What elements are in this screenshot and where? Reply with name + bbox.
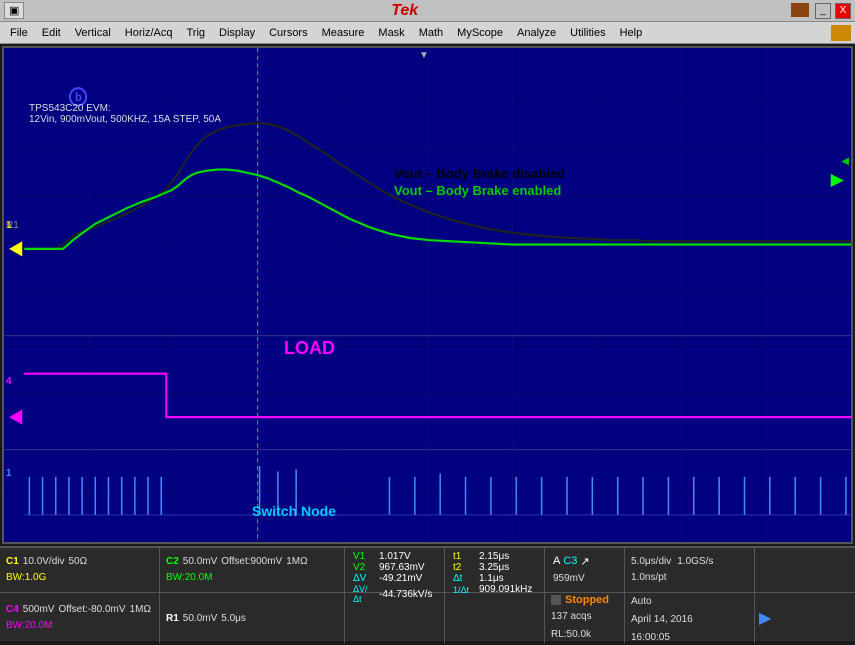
title-bar: ▣ Tek _ X (0, 0, 855, 22)
acq-icon (551, 595, 561, 605)
empty-meas1 (345, 593, 445, 643)
acq-count: 137 acqs (551, 611, 592, 622)
ch1-value1: 10.0V/div (23, 556, 65, 567)
menu-math[interactable]: Math (413, 25, 449, 41)
cursor-v-section: V1 1.017V V2 967.63mV ΔV -49.21mV ΔV/Δt … (345, 548, 445, 592)
v2-label: V2 (353, 562, 375, 573)
acq-status-section: Stopped 137 acqs RL:50.0k (545, 593, 625, 643)
scroll-arrow-icon: ▶ (759, 608, 771, 628)
ch2-value3: 1MΩ (286, 556, 307, 567)
title-controls: _ X (789, 3, 851, 19)
ch2-label: C2 (166, 556, 179, 567)
menu-cursors[interactable]: Cursors (263, 25, 314, 41)
ch4-label: C4 (6, 604, 19, 615)
scroll-indicator: ▶ (755, 593, 775, 643)
timebase-sample: 1.0GS/s (677, 556, 713, 567)
menu-horiz[interactable]: Horiz/Acq (119, 25, 179, 41)
empty-meas2 (445, 593, 545, 643)
menu-mask[interactable]: Mask (372, 25, 410, 41)
acq-mode: Auto (631, 596, 652, 607)
menu-bar: File Edit Vertical Horiz/Acq Trig Displa… (0, 22, 855, 44)
menu-help[interactable]: Help (614, 25, 649, 41)
menu-measure[interactable]: Measure (316, 25, 371, 41)
menu-vertical[interactable]: Vertical (69, 25, 117, 41)
ch2-value1: 50.0mV (183, 556, 217, 567)
title-icon1 (791, 3, 809, 17)
status-row2: C4 500mV Offset:-80.0mV 1MΩ BW:20.0M R1 … (0, 593, 855, 643)
menu-utilities[interactable]: Utilities (564, 25, 611, 41)
v1-label: V1 (353, 551, 375, 562)
ch1-bw: BW:1.0G (6, 572, 46, 583)
trigger-a-label: A (553, 555, 560, 567)
ch2-section: C2 50.0mV Offset:900mV 1MΩ BW:20.0M (160, 548, 345, 592)
r1-value2: 5.0μs (221, 613, 246, 624)
menu-display[interactable]: Display (213, 25, 261, 41)
dv-value: -49.21mV (379, 573, 422, 584)
date-label: April 14, 2016 (631, 614, 693, 625)
ch1-section: C1 10.0V/div 50Ω BW:1.0G (0, 548, 160, 592)
t2-label: t2 (453, 562, 475, 573)
trigger-arrow: ↗ (580, 555, 589, 568)
title-bar-left: ▣ (4, 2, 24, 19)
menu-myscope[interactable]: MyScope (451, 25, 509, 41)
ch4-section: C4 500mV Offset:-80.0mV 1MΩ BW:20.0M (0, 593, 160, 643)
ch1-value2: 50Ω (69, 556, 88, 567)
trigger-value: 959mV (553, 573, 585, 584)
status-bar: C1 10.0V/div 50Ω BW:1.0G C2 50.0mV Offse… (0, 546, 855, 641)
scope-area: b TPS543C20 EVM: 12Vin, 900mVout, 500KHZ… (0, 44, 855, 641)
dt-label: Δt (453, 573, 475, 584)
v1-value: 1.017V (379, 551, 411, 562)
t2-value: 3.25μs (479, 562, 509, 573)
timebase-section: 5.0μs/div 1.0GS/s 1.0ns/pt (625, 548, 755, 592)
timebase-div: 5.0μs/div (631, 556, 671, 567)
waveform-svg: b (4, 48, 851, 542)
dt-value: 1.1μs (479, 573, 504, 584)
acq-rl: RL:50.0k (551, 629, 591, 640)
ch1-label: C1 (6, 556, 19, 567)
cursor-t-section: t1 2.15μs t2 3.25μs Δt 1.1μs 1/Δt 909.09… (445, 548, 545, 592)
menu-trig[interactable]: Trig (180, 25, 211, 41)
scope-icon (831, 25, 851, 41)
acq-status: Stopped (565, 594, 609, 606)
time-label: 16:00:05 (631, 632, 670, 643)
r1-label: R1 (166, 613, 179, 624)
r1-value1: 50.0mV (183, 613, 217, 624)
ch4-value1: 500mV (23, 604, 55, 615)
timebase-record: 1.0ns/pt (631, 572, 667, 583)
trigger-section: A C3 ↗ 959mV (545, 548, 625, 592)
datetime-section: Auto April 14, 2016 16:00:05 (625, 593, 755, 643)
ch4-value3: 1MΩ (130, 604, 151, 615)
menu-file[interactable]: File (4, 25, 34, 41)
svg-text:b: b (75, 92, 82, 104)
ch4-bw: BW:20.0M (6, 620, 53, 631)
minimize-button[interactable]: _ (815, 3, 831, 19)
menu-analyze[interactable]: Analyze (511, 25, 562, 41)
menu-edit[interactable]: Edit (36, 25, 67, 41)
dv-label: ΔV (353, 573, 375, 584)
tek-logo: Tek (391, 2, 418, 20)
trigger-ch-label: C3 (563, 555, 577, 567)
t1-value: 2.15μs (479, 551, 509, 562)
ch4-value2: Offset:-80.0mV (58, 604, 125, 615)
t1-label: t1 (453, 551, 475, 562)
ch2-bw: BW:20.0M (166, 572, 213, 583)
v2-value: 967.63mV (379, 562, 425, 573)
close-button[interactable]: X (835, 3, 851, 19)
r1-section: R1 50.0mV 5.0μs (160, 593, 345, 643)
app-icon: ▣ (4, 2, 24, 19)
status-row1: C1 10.0V/div 50Ω BW:1.0G C2 50.0mV Offse… (0, 548, 855, 593)
waveform-display: b TPS543C20 EVM: 12Vin, 900mVout, 500KHZ… (2, 46, 853, 544)
ch2-value2: Offset:900mV (221, 556, 282, 567)
